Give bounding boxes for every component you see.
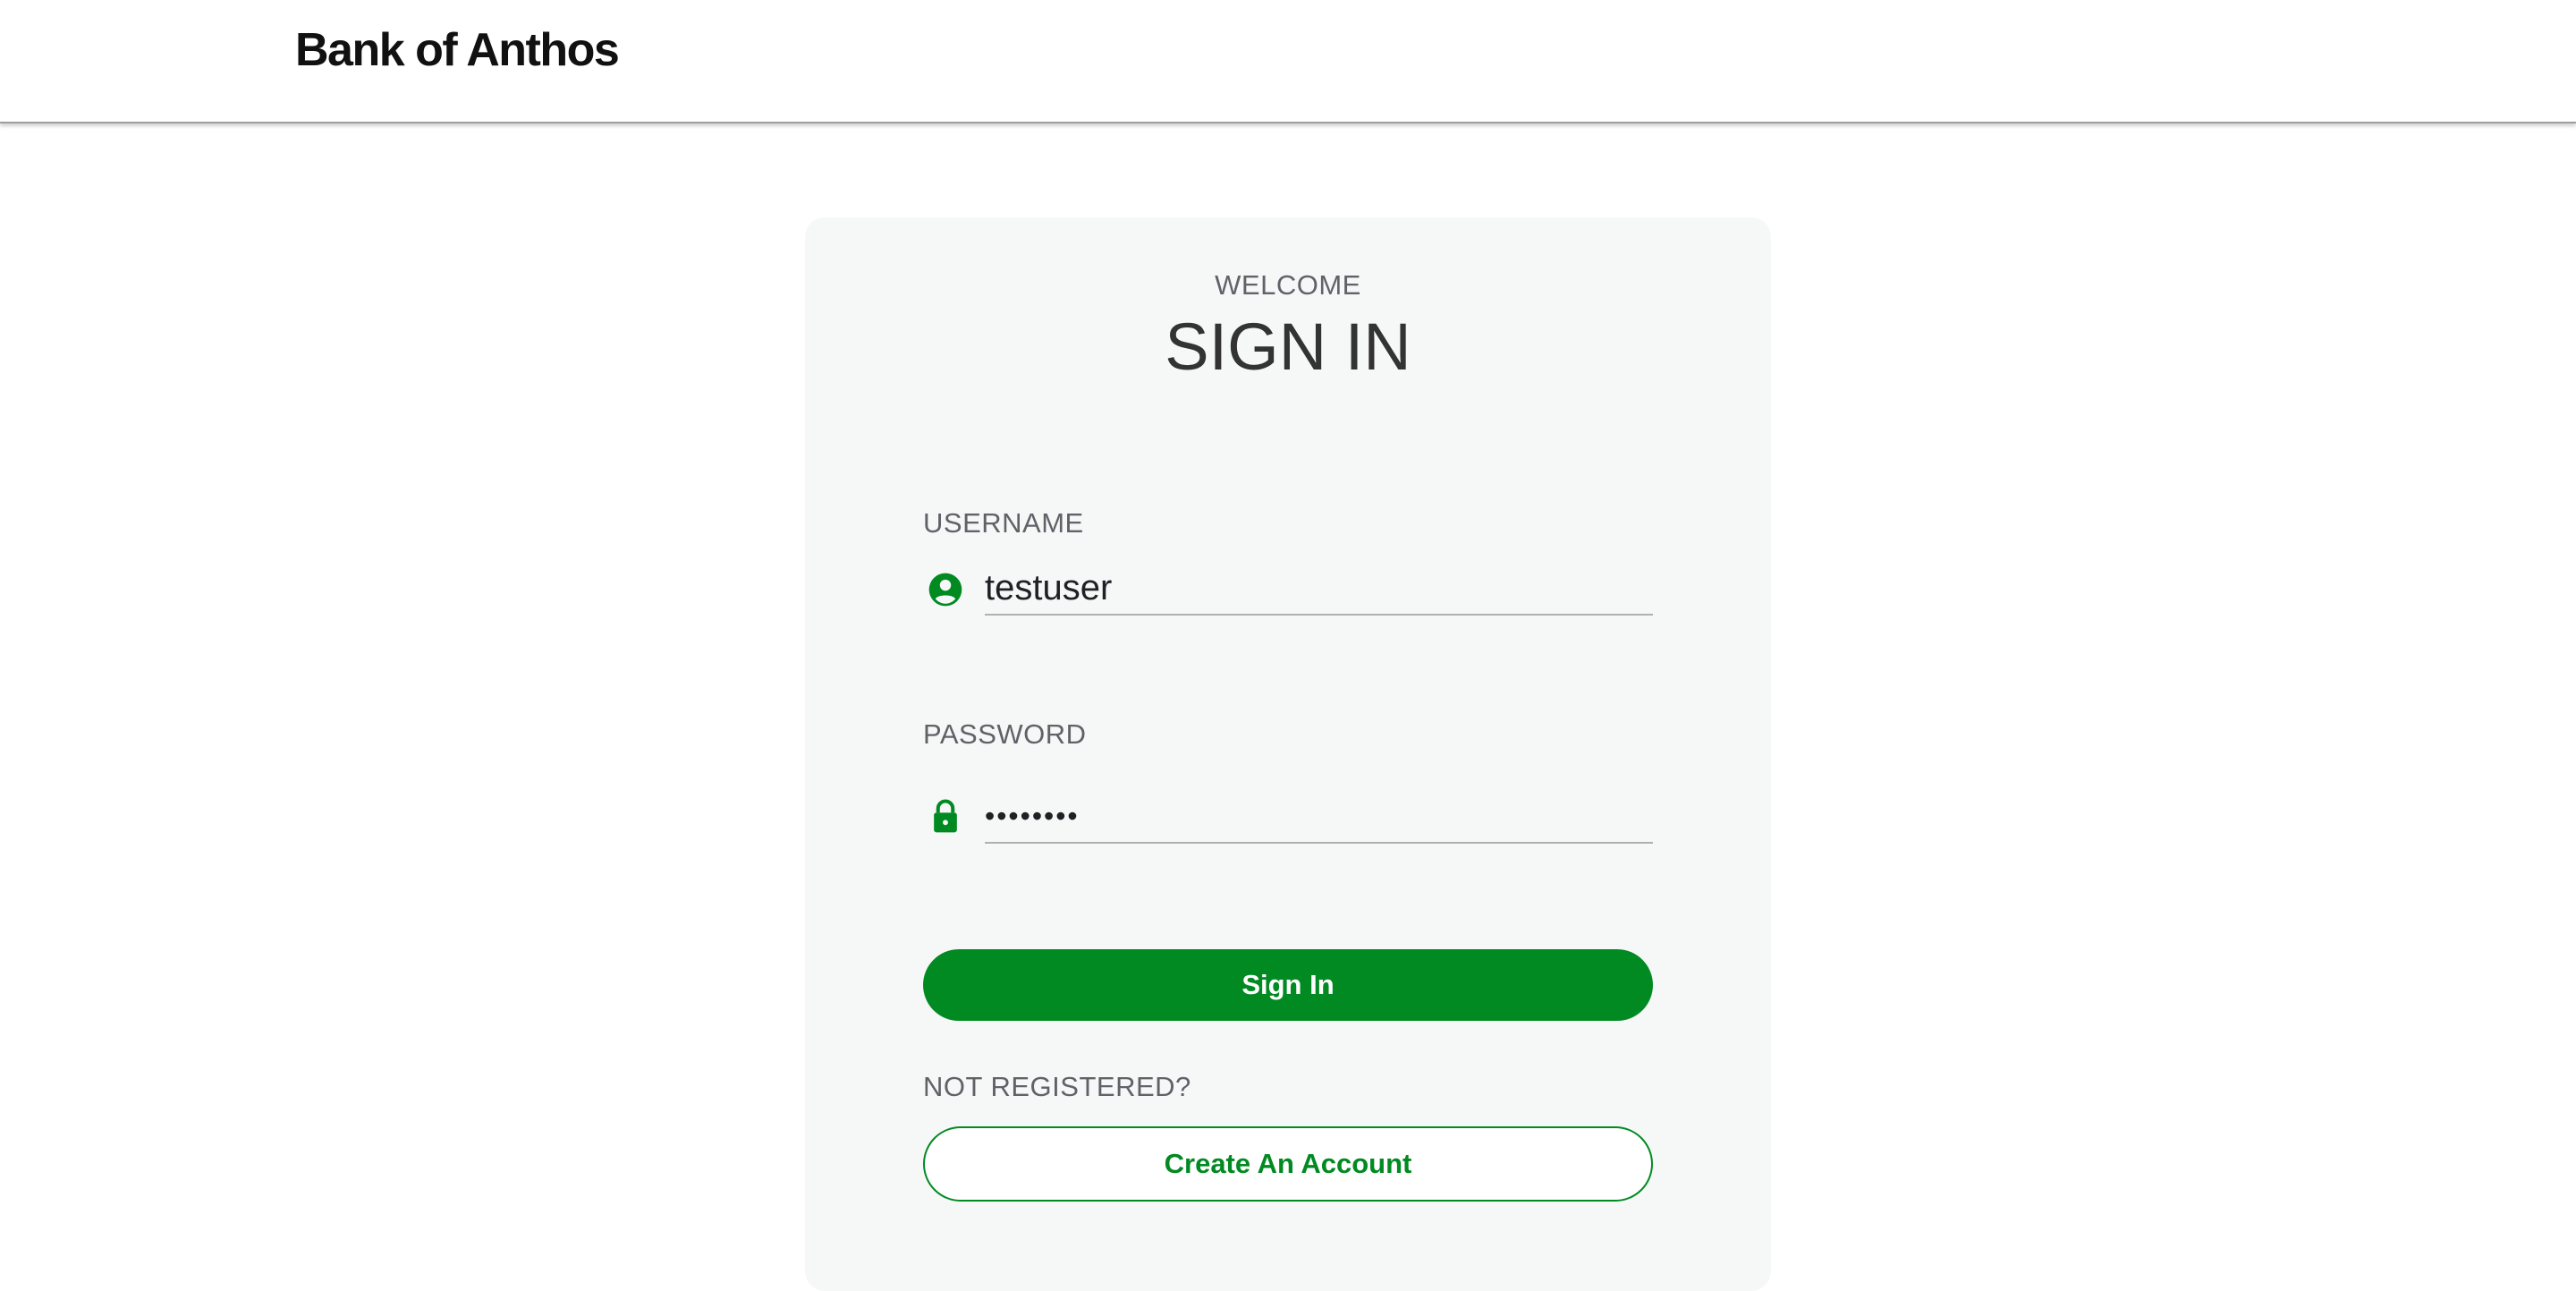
page-title: SIGN IN	[1165, 310, 1411, 384]
sign-in-button[interactable]: Sign In	[923, 949, 1653, 1021]
username-label: USERNAME	[923, 507, 1084, 539]
login-card: WELCOME SIGN IN USERNAME PASSWORD Sign I…	[805, 217, 1771, 1291]
account-circle-icon	[926, 570, 965, 609]
password-input[interactable]	[985, 790, 1653, 844]
brand-logo-text[interactable]: Bank of Anthos	[295, 20, 620, 81]
welcome-text: WELCOME	[1215, 269, 1361, 301]
password-label: PASSWORD	[923, 718, 1087, 750]
create-account-button[interactable]: Create An Account	[923, 1126, 1653, 1202]
app-header: Bank of Anthos	[0, 0, 2576, 123]
lock-icon	[926, 796, 965, 836]
not-registered-text: NOT REGISTERED?	[923, 1071, 1191, 1102]
username-input[interactable]	[985, 562, 1653, 616]
